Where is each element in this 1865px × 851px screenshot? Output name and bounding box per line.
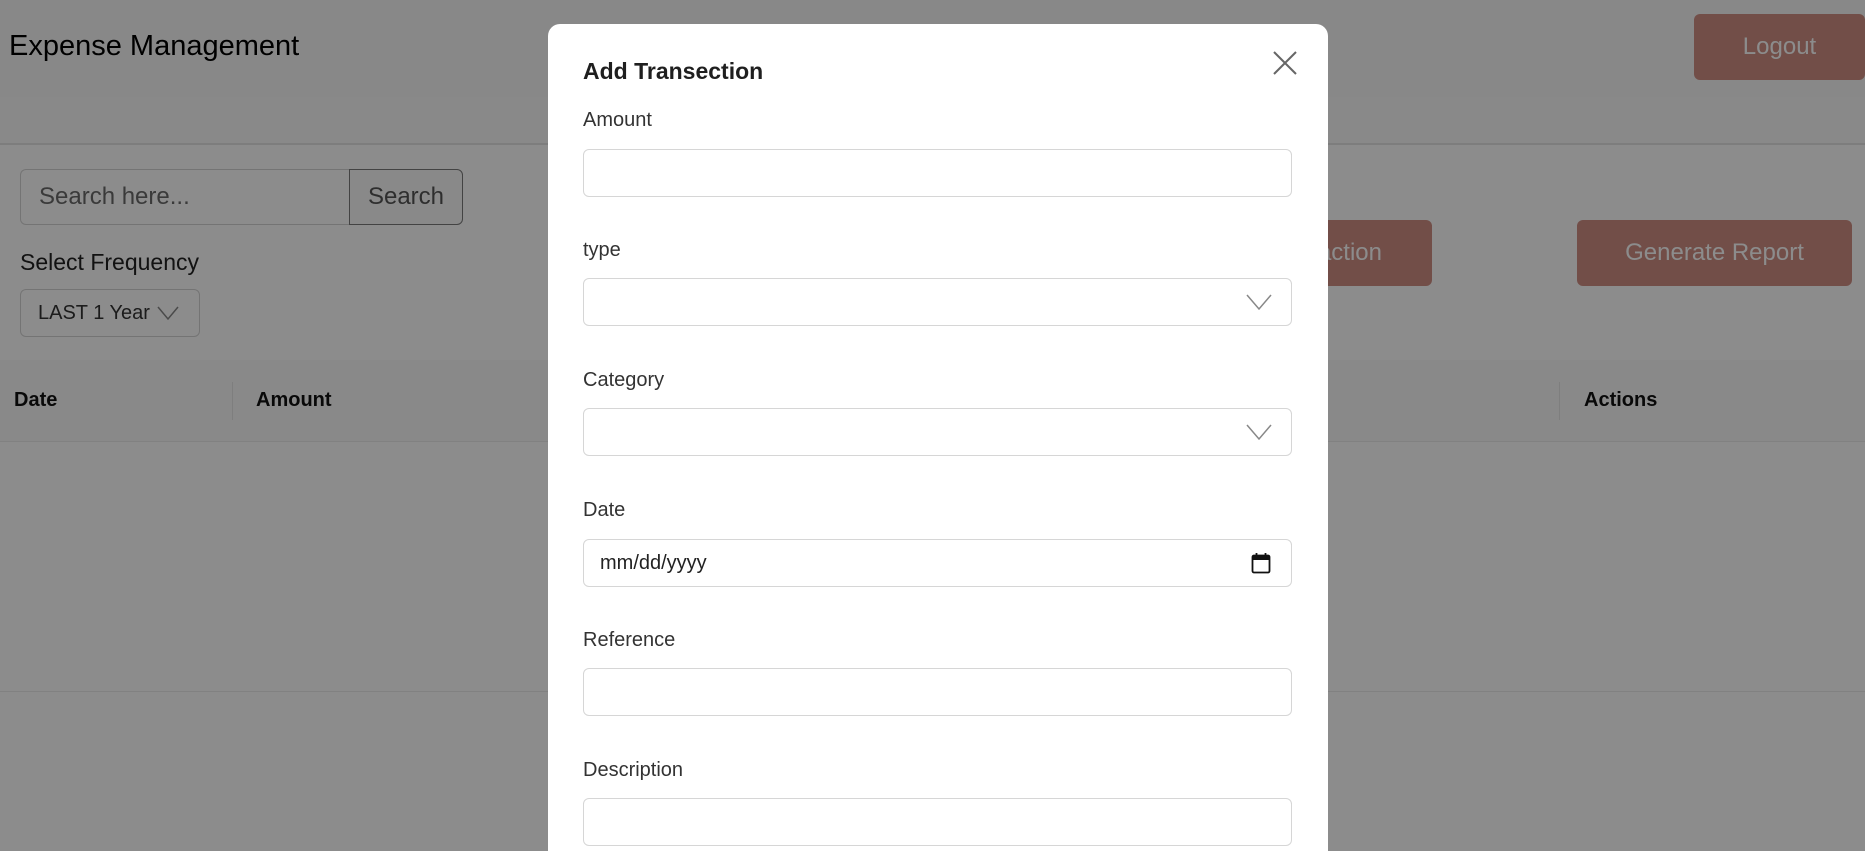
chevron-down-icon: [1246, 294, 1272, 311]
type-label: type: [583, 239, 621, 261]
modal-title: Add Transection: [583, 58, 764, 84]
reference-field[interactable]: [583, 668, 1292, 716]
page: Expense Management Logout Search Select …: [0, 0, 1865, 851]
close-icon: [1273, 51, 1297, 75]
date-field[interactable]: mm/dd/yyyy: [583, 539, 1292, 587]
type-select[interactable]: [583, 278, 1292, 326]
amount-label: Amount: [583, 109, 652, 131]
description-field[interactable]: [583, 798, 1292, 846]
category-select[interactable]: [583, 408, 1292, 456]
date-placeholder: mm/dd/yyyy: [600, 552, 707, 574]
amount-field[interactable]: [583, 149, 1292, 197]
category-label: Category: [583, 369, 665, 391]
chevron-down-icon: [1246, 424, 1272, 441]
reference-label: Reference: [583, 629, 676, 651]
close-button[interactable]: [1270, 48, 1300, 78]
description-label: Description: [583, 759, 684, 781]
add-transaction-modal: Add Transection Amount type Category Dat…: [548, 24, 1328, 851]
calendar-icon[interactable]: [1251, 552, 1271, 574]
date-label: Date: [583, 499, 626, 521]
